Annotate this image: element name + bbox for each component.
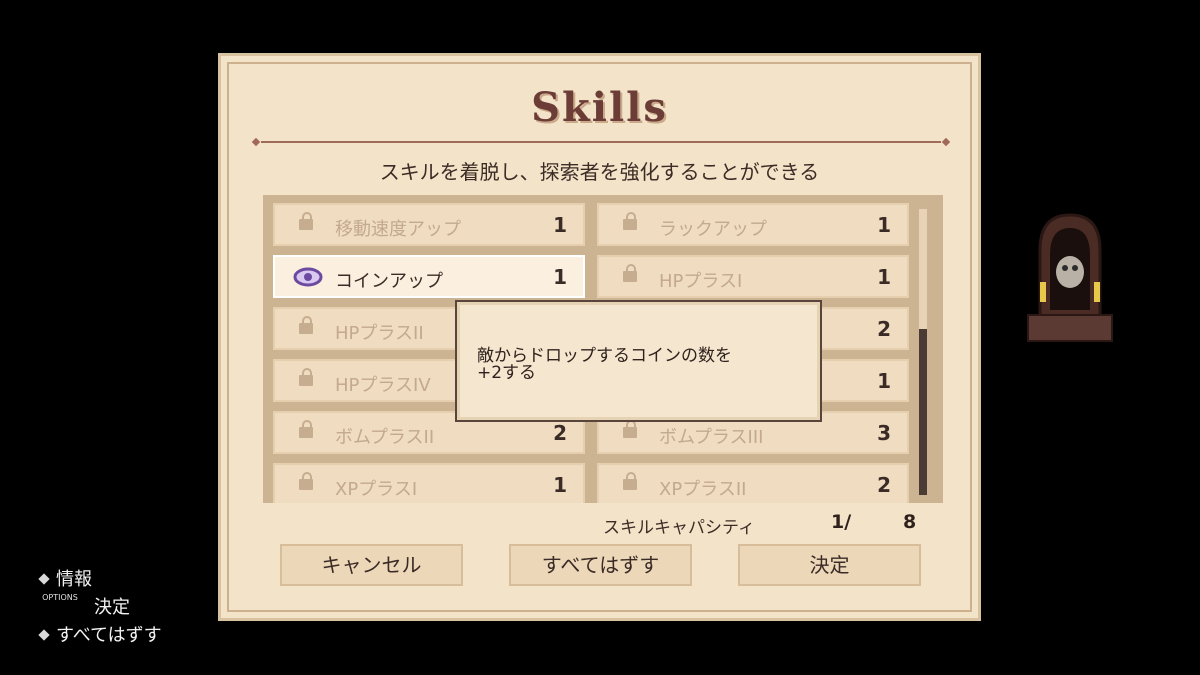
- hint-unequip-all: すべてはずす: [36, 621, 162, 649]
- shrine-icon: [1027, 213, 1113, 342]
- skill-slot-coin-up[interactable]: コインアップ 1: [273, 255, 585, 298]
- panel-subtitle: スキルを着脱し、探索者を強化することができる: [379, 160, 820, 184]
- scrollbar-thumb[interactable]: [919, 329, 927, 495]
- skill-slot-hp-plus-1[interactable]: HPプラスI 1: [597, 255, 909, 298]
- cancel-button[interactable]: キャンセル: [280, 544, 463, 586]
- eye-icon: [293, 267, 323, 287]
- control-hints: 情報 OPTIONS 決定 すべてはずす: [36, 565, 162, 649]
- skill-slot-luck-up[interactable]: ラックアップ 1: [597, 203, 909, 246]
- skill-cost: 1: [877, 369, 891, 393]
- lock-icon: [299, 316, 313, 334]
- lock-icon: [623, 472, 637, 490]
- hint-confirm: OPTIONS 決定: [36, 593, 162, 621]
- skill-label: 移動速度アップ: [335, 219, 461, 240]
- scrollbar[interactable]: [919, 209, 927, 495]
- unequip-all-button[interactable]: すべてはずす: [509, 544, 692, 586]
- skill-slot-xp-plus-1[interactable]: XPプラスI 1: [273, 463, 585, 503]
- skill-cost: 3: [877, 421, 891, 445]
- ornament-divider: [251, 138, 951, 146]
- skill-cost: 1: [553, 265, 567, 289]
- skill-label: コインアップ: [335, 271, 443, 292]
- skill-label: ボムプラスIII: [659, 427, 764, 448]
- lock-icon: [623, 264, 637, 282]
- skill-cost: 2: [877, 317, 891, 341]
- hint-label: すべてはずす: [56, 625, 162, 646]
- lock-icon: [623, 420, 637, 438]
- skill-slot-xp-plus-2[interactable]: XPプラスII 2: [597, 463, 909, 503]
- confirm-button[interactable]: 決定: [738, 544, 921, 586]
- tooltip-text: 敵からドロップするコインの数を +2する: [477, 346, 732, 383]
- hint-info: 情報: [36, 565, 162, 593]
- skill-label: HPプラスI: [659, 271, 743, 292]
- lock-icon: [299, 420, 313, 438]
- skill-cost: 1: [877, 265, 891, 289]
- skills-panel: Skills スキルを着脱し、探索者を強化することができる 移動速度アップ 1 …: [218, 53, 981, 621]
- skill-cost: 2: [553, 421, 567, 445]
- skill-cost: 1: [553, 473, 567, 497]
- diamond-button-icon: [38, 629, 50, 641]
- skill-label: ラックアップ: [659, 219, 767, 240]
- diamond-button-icon: [38, 573, 50, 585]
- capacity-label: スキルキャパシティ: [603, 518, 755, 538]
- skill-slot-move-speed[interactable]: 移動速度アップ 1: [273, 203, 585, 246]
- skill-label: ボムプラスII: [335, 427, 435, 448]
- lock-icon: [623, 212, 637, 230]
- panel-title: Skills: [531, 84, 668, 131]
- skill-cost: 2: [877, 473, 891, 497]
- skill-cost: 1: [877, 213, 891, 237]
- capacity-used: 1/: [831, 511, 852, 533]
- capacity-max: 8: [903, 511, 917, 533]
- hint-label: 決定: [94, 597, 130, 618]
- hint-label: 情報: [56, 569, 92, 590]
- lock-icon: [299, 212, 313, 230]
- skill-cost: 1: [553, 213, 567, 237]
- skill-label: HPプラスII: [335, 323, 424, 344]
- options-button-icon: OPTIONS: [42, 593, 78, 602]
- skill-label: XPプラスII: [659, 479, 747, 500]
- skill-label: HPプラスIV: [335, 375, 431, 396]
- skill-label: XPプラスI: [335, 479, 418, 500]
- skill-tooltip: 敵からドロップするコインの数を +2する: [455, 300, 822, 422]
- lock-icon: [299, 368, 313, 386]
- lock-icon: [299, 472, 313, 490]
